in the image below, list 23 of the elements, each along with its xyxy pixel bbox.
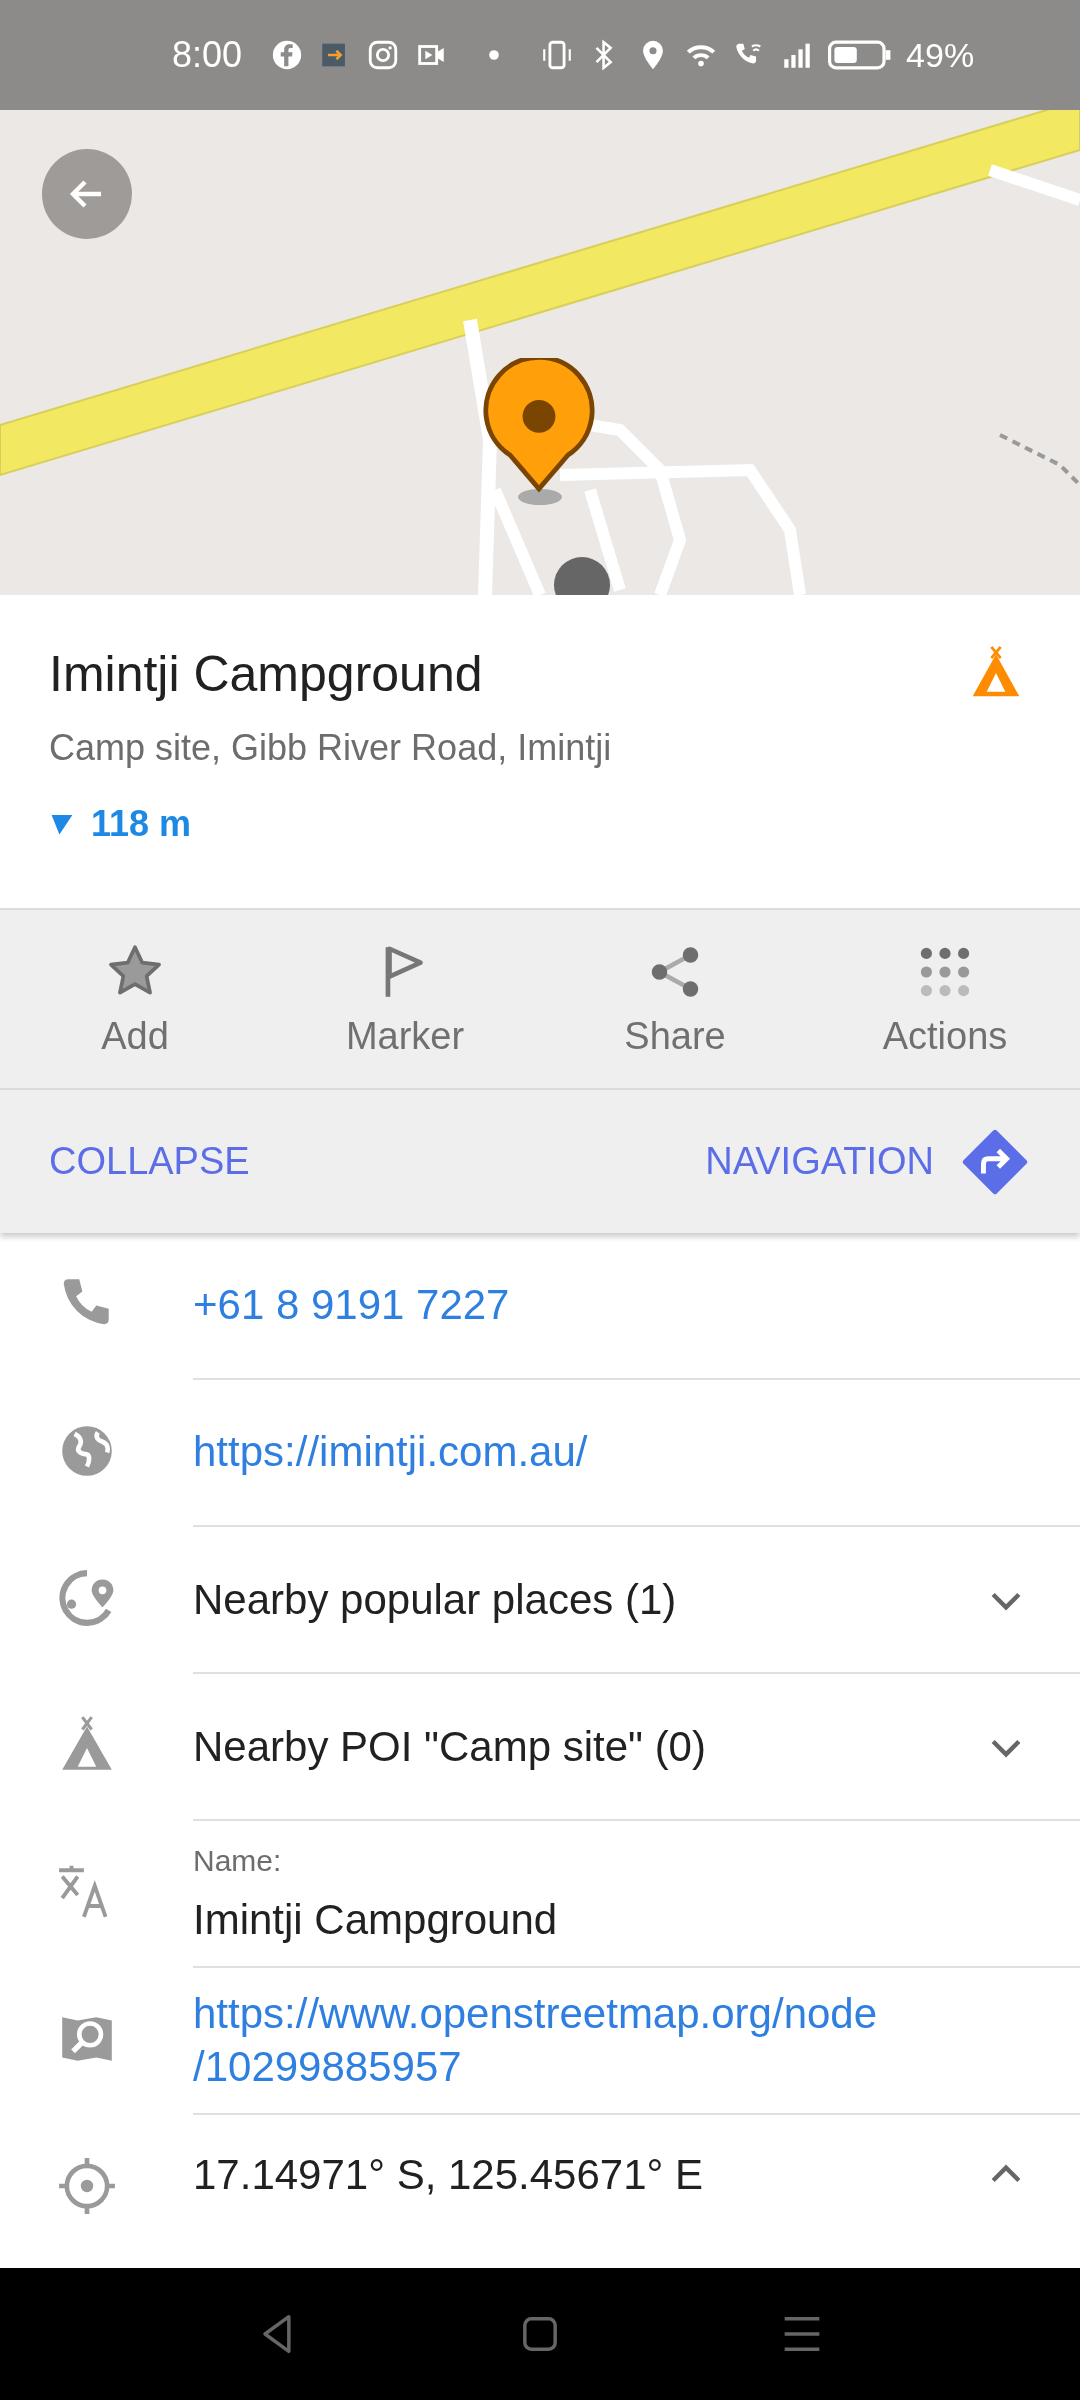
navigation-button[interactable]: NAVIGATION bbox=[705, 1128, 1028, 1195]
collapse-button[interactable]: COLLAPSE bbox=[49, 1140, 250, 1183]
battery-icon bbox=[828, 39, 893, 71]
clock: 8:00 bbox=[172, 34, 243, 76]
detail-text: Nearby POI "Camp site" (0) bbox=[193, 1722, 707, 1771]
battery-level: 49% bbox=[906, 35, 975, 75]
map-pin-icon bbox=[481, 358, 597, 494]
action-button[interactable]: Marker bbox=[270, 910, 540, 1088]
field-value: Imintji Campground bbox=[193, 1895, 558, 1944]
detail-link[interactable]: +61 8 9191 7227 bbox=[193, 1279, 510, 1332]
detail-link[interactable]: https://imintji.com.au/ bbox=[193, 1426, 588, 1479]
distance: 118 m bbox=[91, 803, 192, 845]
detail-text: Nearby popular places (1) bbox=[193, 1575, 678, 1624]
action-button[interactable]: Share bbox=[540, 910, 810, 1088]
detail-text: 17.14971° S, 125.45671° E bbox=[193, 2151, 704, 2199]
place-title: Imintji Campground bbox=[49, 645, 484, 703]
notification-dot-icon bbox=[488, 49, 501, 61]
detail-link[interactable]: https://www.openstreetmap.org/node /10299885957 bbox=[193, 1988, 878, 2093]
place-category: Camp site, Gibb River Road, Imintji bbox=[49, 727, 612, 769]
turn-right-icon bbox=[962, 1128, 1028, 1195]
field-label: Name: bbox=[193, 1843, 283, 1878]
action-button[interactable]: Actions bbox=[810, 910, 1080, 1088]
action-button[interactable]: Add bbox=[0, 910, 270, 1088]
